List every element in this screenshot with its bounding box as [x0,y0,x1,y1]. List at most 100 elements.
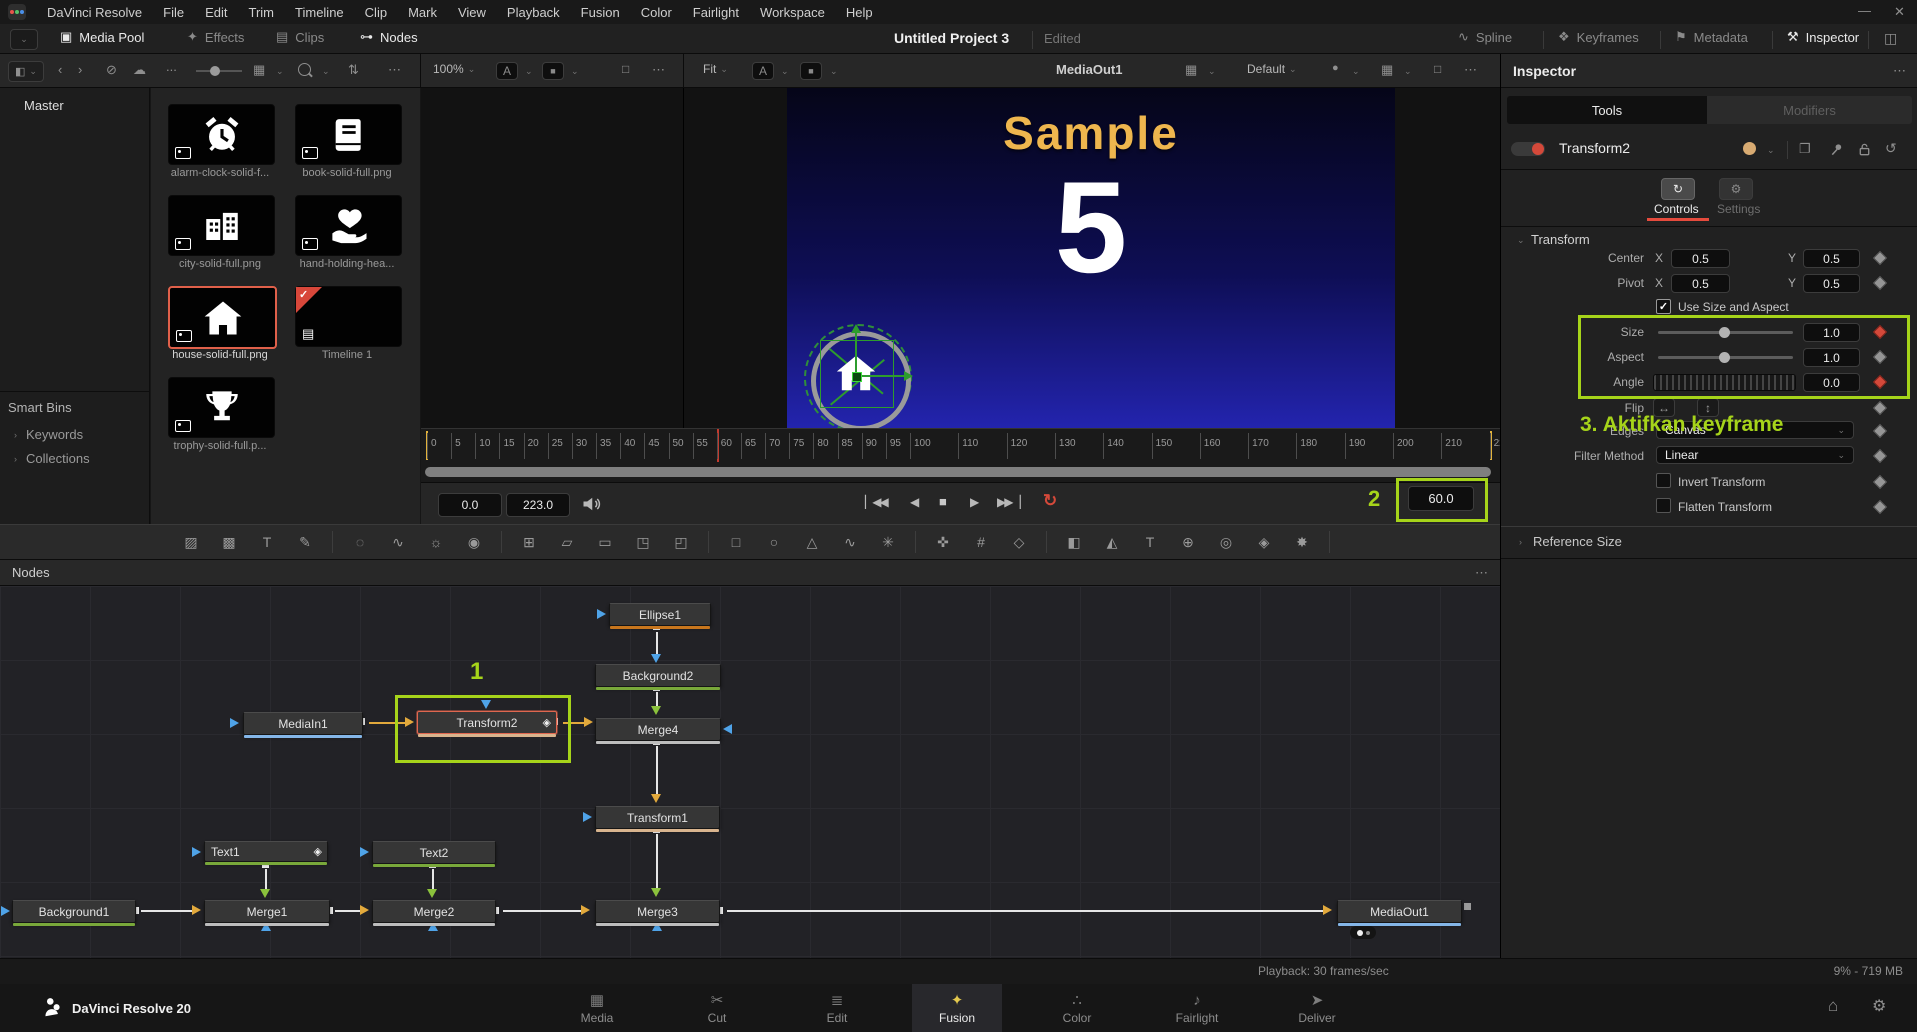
inspector-toggle[interactable]: ⚒ Inspector [1787,29,1859,45]
viewer-quad-icon[interactable]: ▦ [1381,62,1393,78]
camera-3d-icon[interactable]: ◎ [1213,534,1239,551]
edges-keyframe-diamond[interactable] [1872,423,1888,439]
viewer-grid-icon[interactable]: ▦ [1185,62,1197,78]
node-mediain1[interactable]: MediaIn1 [243,712,363,738]
back-icon[interactable]: ‹ [58,62,62,77]
chevron-right-icon[interactable]: › [1519,537,1522,547]
planar-tracker-icon[interactable]: ◇ [1006,534,1032,551]
lock-icon[interactable] [1857,142,1872,157]
viewer1-channel-button[interactable]: ■ [542,62,564,80]
menu-item-color[interactable]: Color [641,5,672,20]
settings-tab-icon[interactable]: ⚙ [1719,178,1753,200]
node-text2[interactable]: Text2 [372,841,496,867]
center-x-field[interactable]: 0.5 [1671,249,1730,268]
node-background1[interactable]: Background1 [12,900,136,926]
tab-modifiers[interactable]: Modifiers [1707,96,1912,124]
menu-item-clip[interactable]: Clip [365,5,387,20]
smart-bin-keywords[interactable]: Keywords [26,427,83,442]
loop-button[interactable]: ↻ [1043,491,1057,511]
hue-curves-icon[interactable]: ◉ [461,534,487,551]
audio-mute-icon[interactable] [581,494,601,514]
input-port[interactable] [230,718,239,728]
color-curves-icon[interactable]: ∿ [385,534,411,551]
fast-noise-icon[interactable]: ▩ [216,534,242,551]
grid-view-icon[interactable]: ▦ [253,62,265,78]
input-port[interactable] [723,724,732,734]
crop-icon[interactable]: ◳ [630,534,656,551]
menu-item-trim[interactable]: Trim [249,5,275,20]
range-start-field[interactable]: 0.0 [438,493,502,517]
spot-light-3d-icon[interactable]: ✸ [1289,534,1315,551]
viewer1-zoom-dropdown[interactable]: 100% ⌄ [433,62,475,76]
color-corrector-icon[interactable]: ☼ [423,534,449,550]
panel-layout-icon[interactable]: ◫ [1884,30,1897,47]
letterbox-icon[interactable]: ▭ [592,534,618,551]
step-back-button[interactable]: ◀ [910,495,919,509]
metadata-toggle[interactable]: ⚑ Metadata [1675,29,1748,45]
center-keyframe-diamond[interactable] [1872,250,1888,266]
resize-icon[interactable]: ◰ [668,534,694,551]
page-fairlight[interactable]: ♪ Fairlight [1152,984,1242,1032]
node-merge3[interactable]: Merge3 [595,900,720,926]
blur-icon[interactable]: ◌ [347,534,373,550]
clip-house[interactable] [168,286,277,349]
invert-transform-checkbox[interactable] [1656,473,1671,488]
text-plus-icon[interactable]: T [254,534,280,550]
window-close-icon[interactable]: ✕ [1894,4,1905,20]
output-port[interactable] [1464,903,1471,910]
use-size-aspect-checkbox[interactable]: ✓ [1656,299,1671,314]
viewer-canvas[interactable]: Sample 5 [787,88,1395,428]
viewer2-ab-buffer-button[interactable]: A [752,62,774,80]
controls-tab-icon[interactable]: ↻ [1661,178,1695,200]
magic-wand-icon[interactable]: ✳ [875,534,901,551]
versions-icon[interactable]: ❐ [1799,141,1811,157]
menu-item-timeline[interactable]: Timeline [295,5,344,20]
chevron-down-icon[interactable]: ⌄ [1517,235,1525,246]
transform-icon[interactable]: ⊞ [516,534,542,551]
clip-city[interactable] [168,195,275,256]
current-frame-field[interactable]: 60.0 [1408,486,1474,511]
node-text1[interactable]: Text1 ◈ [204,841,328,865]
background-icon[interactable]: ▨ [178,534,204,551]
move-y-arrow[interactable] [851,324,861,333]
paint-icon[interactable]: ✎ [292,534,318,551]
page-cut[interactable]: ✂ Cut [672,984,762,1032]
smart-bins-header[interactable]: Smart Bins [8,400,72,415]
shape-3d-icon[interactable]: ◭ [1099,534,1125,551]
window-minimize-icon[interactable]: — [1858,3,1871,18]
stop-button[interactable]: ■ [939,494,947,509]
go-to-end-button[interactable]: ▶▶▕ [997,495,1021,509]
pin-icon[interactable] [1829,142,1844,157]
viewer2-channel-button[interactable]: ■ [800,62,822,80]
tab-tools[interactable]: Tools [1507,96,1707,124]
go-to-start-button[interactable]: ▏◀◀ [865,495,889,509]
node-color-swatch[interactable] [1743,142,1756,155]
tab-controls-label[interactable]: Controls [1654,202,1699,216]
menu-item-help[interactable]: Help [846,5,873,20]
move-x-arrow[interactable] [904,371,913,381]
clip-hand-heart[interactable] [295,195,402,256]
viewer1-options-icon[interactable]: ⋯ [652,62,665,78]
viewer-3d-icon[interactable]: ● [1332,62,1339,74]
timeline-scrollbar[interactable] [425,467,1491,477]
menu-item-fairlight[interactable]: Fairlight [693,5,739,20]
viewer-area[interactable]: Sample 5 [421,88,1500,428]
input-port[interactable] [192,847,201,857]
menu-item-mark[interactable]: Mark [408,5,437,20]
node-mediaout1[interactable]: MediaOut1 [1337,900,1462,926]
forward-icon[interactable]: › [78,62,82,77]
menu-item-view[interactable]: View [458,5,486,20]
keyframes-toggle[interactable]: ❖ Keyframes [1558,29,1639,45]
menu-item-edit[interactable]: Edit [205,5,227,20]
node-transform1[interactable]: Transform1 [595,806,720,832]
smart-bin-collections[interactable]: Collections [26,451,90,466]
clips-toggle[interactable]: ▤ Clips [276,29,324,45]
sort-icon[interactable]: ⇅ [348,62,359,78]
page-media[interactable]: ▦ Media [552,984,642,1032]
node-merge1[interactable]: Merge1 [204,900,330,926]
filter-keyframe-diamond[interactable] [1872,448,1888,464]
flatten-transform-checkbox[interactable] [1656,498,1671,513]
node-merge2[interactable]: Merge2 [372,900,496,926]
range-end-field[interactable]: 223.0 [506,493,570,517]
inspector-options-icon[interactable]: ⋯ [1893,63,1906,79]
